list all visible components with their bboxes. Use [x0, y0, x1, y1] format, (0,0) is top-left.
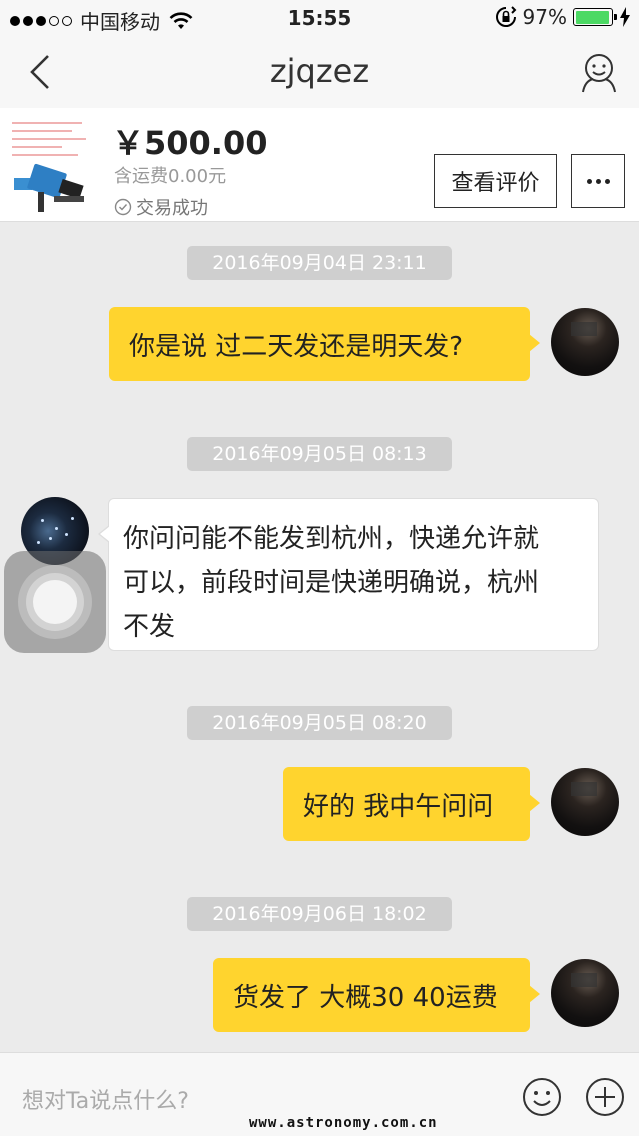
avatar-self[interactable]: [551, 959, 619, 1027]
message-input[interactable]: 想对Ta说点什么?: [22, 1083, 189, 1115]
message-bubble-other[interactable]: 你问问能不能发到杭州，快递允许就 可以，前段时间是快递明确说，杭州 不发: [98, 498, 599, 651]
battery-level: [575, 10, 610, 24]
message-line: 不发: [123, 612, 176, 642]
deal-status-label: 交易成功: [136, 198, 208, 219]
plus-icon: [586, 1078, 624, 1116]
telescope-icon: [14, 163, 84, 212]
shipping-fee: 含运费0.00元: [114, 166, 227, 187]
message-bubble-self[interactable]: 好的 我中午问问: [283, 767, 540, 841]
message-timestamp: 2016年09月05日 08:13: [187, 437, 452, 471]
charging-bolt-icon: [620, 7, 630, 27]
battery-percent: 97%: [522, 5, 567, 29]
emoji-button[interactable]: [522, 1077, 562, 1117]
view-review-button[interactable]: 查看评价: [434, 154, 557, 208]
add-attachment-button[interactable]: [585, 1077, 625, 1117]
nav-bar: zjqzez: [0, 36, 639, 108]
product-price: ￥500.00: [112, 124, 268, 162]
message-timestamp: 2016年09月04日 23:11: [187, 246, 452, 280]
product-card[interactable]: ￥500.00 含运费0.00元 交易成功 查看评价: [0, 108, 639, 222]
battery-icon: [573, 8, 617, 26]
message-line: 可以，前段时间是快递明确说，杭州: [123, 568, 540, 598]
smiley-icon: [523, 1078, 561, 1116]
avatar-self[interactable]: [551, 308, 619, 376]
deal-status: 交易成功: [114, 194, 208, 220]
page-title: zjqzez: [269, 52, 370, 90]
user-profile-icon: [582, 54, 616, 93]
avatar-self[interactable]: [551, 768, 619, 836]
message-timestamp: 2016年09月05日 08:20: [187, 706, 452, 740]
more-options-button[interactable]: [571, 154, 625, 208]
status-bar: 中国移动 15:55 97%: [0, 0, 639, 36]
product-thumbnail[interactable]: [10, 116, 94, 216]
check-circle-icon: [114, 198, 132, 216]
message-timestamp: 2016年09月06日 18:02: [187, 897, 452, 931]
message-bubble-self[interactable]: 货发了 大概30 40运费: [213, 958, 540, 1032]
assistive-touch-button[interactable]: [4, 551, 106, 653]
rotation-lock-icon: [495, 6, 516, 27]
ellipsis-icon: [586, 178, 610, 184]
message-line: 你问问能不能发到杭州，快递允许就: [123, 524, 540, 554]
profile-button[interactable]: [579, 50, 619, 94]
watermark: www.astronomy.com.cn: [249, 1115, 438, 1131]
status-right: 97%: [495, 5, 631, 29]
message-bubble-self[interactable]: 你是说 过二天发还是明天发?: [109, 307, 540, 381]
